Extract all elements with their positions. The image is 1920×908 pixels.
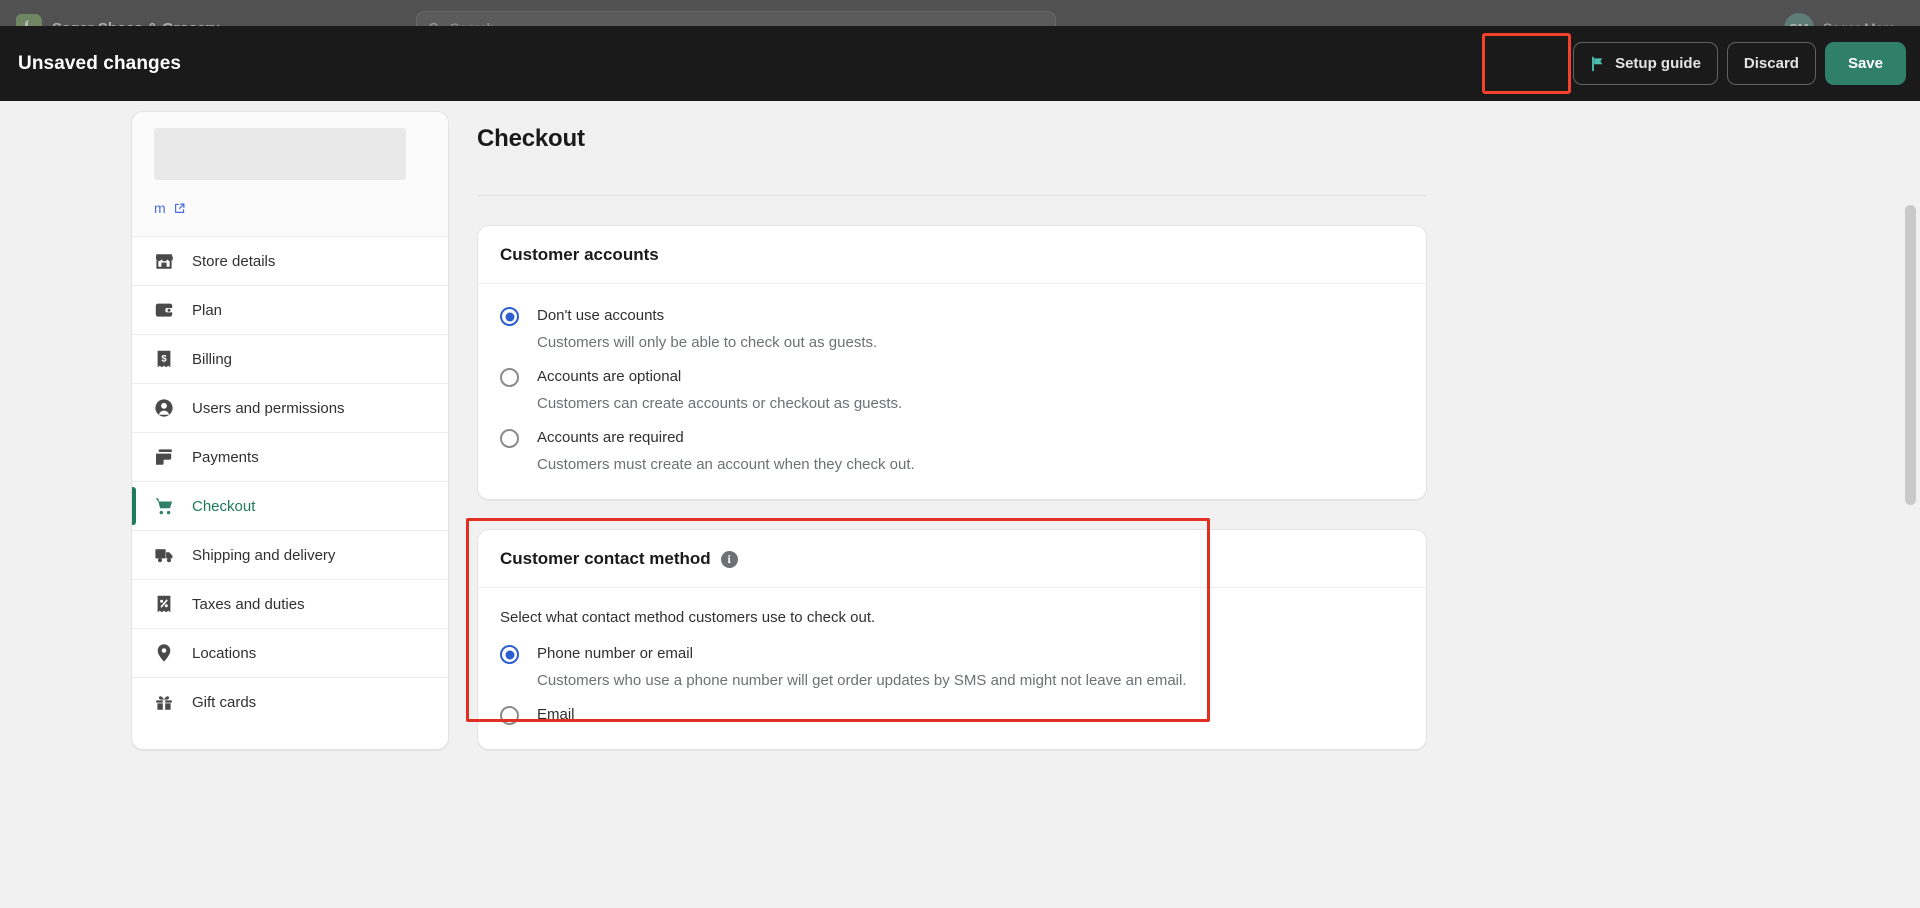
sidebar-item-label: Users and permissions (192, 399, 345, 417)
customer-contact-method-card: Customer contact method i Select what co… (466, 518, 1427, 750)
radio-button[interactable] (500, 706, 519, 725)
sidebar-item-store-details[interactable]: Store details (132, 236, 448, 285)
radio-button[interactable] (500, 645, 519, 664)
sidebar-item-label: Checkout (192, 497, 256, 515)
sidebar-item-payments[interactable]: Payments (132, 432, 448, 481)
sidebar-item-label: Taxes and duties (192, 595, 305, 613)
radio-description: Customers can create accounts or checkou… (537, 395, 903, 412)
svg-text:$: $ (161, 354, 167, 365)
radio-label: Accounts are required (537, 429, 684, 446)
customer-contact-method-options: Phone number or email Customers who use a… (500, 643, 1404, 725)
customer-accounts-heading: Customer accounts (500, 245, 659, 264)
sidebar-item-locations[interactable]: Locations (132, 628, 448, 677)
customer-accounts-options: Don't use accounts Customers will only be… (478, 284, 1426, 499)
receipt-percent-icon (157, 595, 171, 613)
page-title: Checkout (477, 125, 585, 152)
sidebar-item-label: Store details (192, 252, 276, 270)
store-url-link[interactable]: m (154, 200, 426, 216)
radio-button[interactable] (500, 368, 519, 387)
settings-layout: m Store details Plan $ Billing Users and per… (0, 101, 1920, 750)
wallet-icon (155, 303, 173, 317)
sidebar-item-label: Payments (192, 448, 259, 466)
radio-description: Customers must create an account when th… (537, 456, 915, 473)
save-label: Save (1847, 55, 1883, 72)
unsaved-changes-label: Unsaved changes (18, 52, 182, 74)
person-icon (155, 399, 173, 417)
info-icon[interactable]: i (720, 550, 738, 568)
sidebar-item-users-and-permissions[interactable]: Users and permissions (132, 383, 448, 432)
radio-description: Customers who use a phone number will ge… (537, 672, 1187, 689)
setup-guide-label: Setup guide (1615, 55, 1701, 72)
sidebar-item-checkout[interactable]: Checkout (132, 481, 448, 530)
sidebar-item-label: Billing (192, 350, 233, 368)
sidebar-item-plan[interactable]: Plan (132, 285, 448, 334)
radio-button[interactable] (500, 429, 519, 448)
flag-icon (1592, 56, 1603, 71)
sidebar-item-gift-cards[interactable]: Gift cards (132, 677, 448, 726)
map-pin-icon (157, 644, 171, 662)
customer-contact-method-header: Customer contact method i (478, 530, 1426, 588)
delivery-truck-icon (155, 549, 173, 563)
setup-guide-button[interactable]: Setup guide (1573, 42, 1718, 85)
external-link-icon (174, 203, 185, 213)
customer-accounts-card: Customer accounts Don't use accounts Cust… (477, 225, 1427, 500)
customer-accounts-option-2[interactable]: Accounts are optional (500, 366, 1404, 387)
sidebar-item-shipping-and-delivery[interactable]: Shipping and delivery (132, 530, 448, 579)
radio-button[interactable] (500, 307, 519, 326)
page-scrollbar[interactable] (1905, 205, 1916, 908)
customer-accounts-option-1[interactable]: Don't use accounts (500, 305, 1404, 326)
receipt-dollar-icon: $ (157, 350, 171, 368)
discard-label: Discard (1743, 55, 1799, 72)
radio-description: Customers will only be able to check out… (537, 334, 878, 351)
customer-contact-method-option-1[interactable]: Phone number or email (500, 643, 1404, 664)
customer-contact-method-option-2[interactable]: Email (500, 704, 1404, 725)
main-column: Checkout Customer accounts Don't use acc… (466, 111, 1427, 750)
sidebar-item-list: Store details Plan $ Billing Users and permi… (132, 236, 448, 726)
title-divider (477, 195, 1427, 196)
sidebar-item-label: Shipping and delivery (192, 546, 336, 564)
customer-accounts-option-3[interactable]: Accounts are required (500, 427, 1404, 448)
storefront-icon (155, 254, 173, 269)
store-url-text: m (154, 200, 166, 216)
sidebar-item-label: Locations (192, 644, 257, 662)
sidebar-item-label: Plan (192, 301, 223, 319)
settings-sidebar: m Store details Plan $ Billing Users and per… (131, 111, 449, 750)
page-content: m Store details Plan $ Billing Users and per… (0, 101, 1920, 908)
sidebar-item-billing[interactable]: $ Billing (132, 334, 448, 383)
radio-label: Email (537, 706, 575, 723)
credit-card-icon (156, 449, 172, 465)
radio-label: Don't use accounts (537, 307, 665, 324)
sidebar-item-label: Gift cards (192, 693, 257, 711)
customer-contact-method-body: Select what contact method customers use… (478, 588, 1426, 749)
save-bar-actions: Setup guide Discard Save (1573, 42, 1906, 85)
app-root: Sagar Shoes & Grocery Search SM Sagar Mo… (0, 0, 1920, 908)
contextual-save-bar: Unsaved changes Setup guide Discard Save (0, 26, 1920, 101)
gift-card-icon (156, 696, 172, 710)
discard-button[interactable]: Discard (1726, 42, 1816, 85)
radio-label: Phone number or email (537, 645, 693, 662)
store-name-placeholder (154, 128, 406, 180)
customer-contact-method-heading: Customer contact method (500, 549, 711, 568)
shopping-cart-icon (155, 498, 173, 515)
store-summary-card: m (132, 112, 448, 236)
radio-label: Accounts are optional (537, 368, 682, 385)
customer-accounts-header: Customer accounts (478, 226, 1426, 284)
sidebar-item-taxes-and-duties[interactable]: Taxes and duties (132, 579, 448, 628)
contact-method-hint: Select what contact method customers use… (500, 609, 876, 626)
save-button[interactable]: Save (1824, 42, 1906, 85)
scrollbar-thumb[interactable] (1905, 205, 1916, 505)
